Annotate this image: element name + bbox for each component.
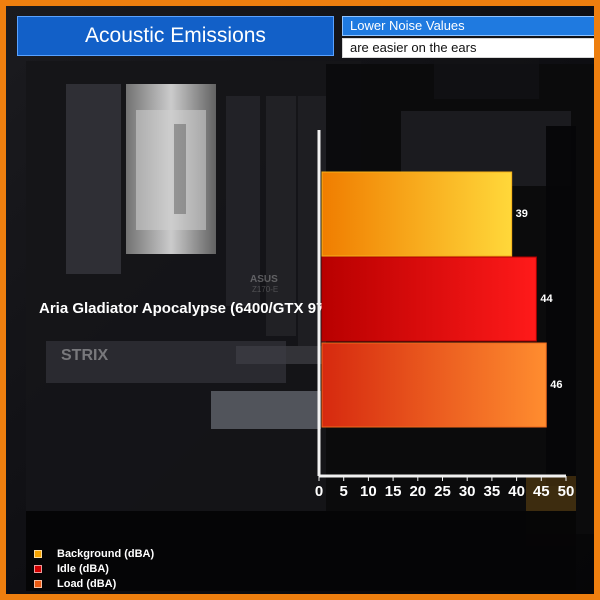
chart-frame: STRIX ASUS Z170-E Acoustic Emissions Low… <box>0 0 600 600</box>
x-tick-label-5: 5 <box>340 483 348 500</box>
x-tick-label-30: 30 <box>459 483 476 500</box>
legend: Background (dBA) Idle (dBA) Load (dBA) <box>34 546 154 591</box>
legend-label-idle: Idle (dBA) <box>57 562 109 575</box>
legend-item-idle: Idle (dBA) <box>34 561 154 576</box>
x-tick-label-0: 0 <box>315 483 323 500</box>
bars-layer: 39 44 46 <box>321 171 562 428</box>
x-tick-label-25: 25 <box>434 483 451 500</box>
x-tick-label-50: 50 <box>558 483 575 500</box>
data-label-load-dba: 46 <box>550 379 562 391</box>
x-tick-label-10: 10 <box>360 483 377 500</box>
x-tick-label-45: 45 <box>533 483 550 500</box>
x-tick-label-15: 15 <box>385 483 402 500</box>
legend-label-load: Load (dBA) <box>57 577 117 590</box>
legend-swatch-load <box>34 579 42 588</box>
data-label-background-dba: 39 <box>516 208 528 220</box>
bar-idle-dba <box>321 256 537 342</box>
x-tick-label-40: 40 <box>508 483 525 500</box>
bar-chart: 39 44 46 0 5 10 15 20 25 30 35 40 45 50 <box>315 130 575 500</box>
data-label-idle-dba: 44 <box>540 293 553 305</box>
bar-load-dba <box>321 342 547 428</box>
legend-swatch-idle <box>34 564 42 573</box>
bar-background-dba <box>321 171 513 257</box>
legend-swatch-background <box>34 549 42 558</box>
legend-item-load: Load (dBA) <box>34 576 154 591</box>
x-tick-label-20: 20 <box>409 483 426 500</box>
chart-panel: STRIX ASUS Z170-E Acoustic Emissions Low… <box>6 6 594 594</box>
legend-item-background: Background (dBA) <box>34 546 154 561</box>
x-tick-label-35: 35 <box>484 483 501 500</box>
legend-label-background: Background (dBA) <box>57 547 155 560</box>
